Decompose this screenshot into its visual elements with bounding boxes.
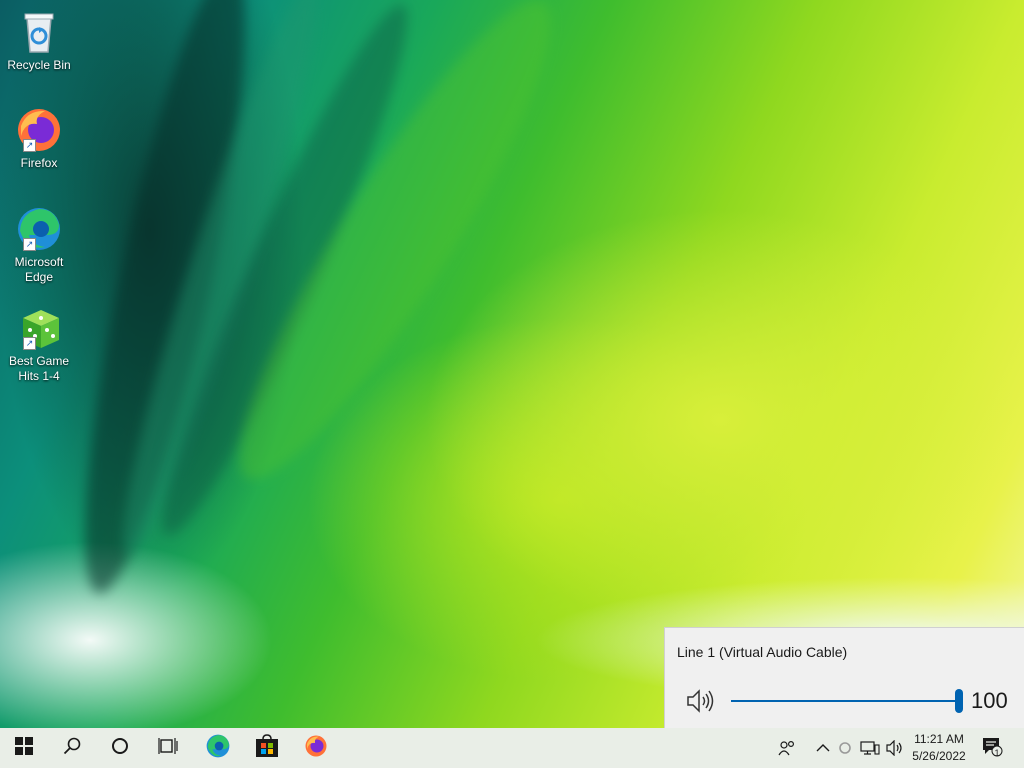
recycle-bin-icon [15,8,63,56]
desktop-icon-best-game-hits[interactable]: ↗ Best Game Hits 1-4 [4,304,74,384]
task-view-button[interactable] [144,728,192,768]
task-view-icon [158,737,178,760]
taskbar-store-button[interactable] [243,728,291,768]
audio-device-name[interactable]: Line 1 (Virtual Audio Cable) [677,644,847,660]
volume-flyout: Line 1 (Virtual Audio Cable) 100 [664,627,1024,728]
desktop-icon-firefox[interactable]: ↗ Firefox [4,106,74,171]
firefox-icon [304,734,328,763]
shortcut-arrow-icon: ↗ [23,139,36,152]
start-button[interactable] [0,728,48,768]
desktop[interactable]: Recycle Bin ↗ Firefox ↗ Microsoft Edge ↗… [0,0,1024,728]
volume-slider[interactable] [731,689,963,713]
firefox-icon: ↗ [15,106,63,154]
taskbar-firefox-button[interactable] [292,728,340,768]
people-icon[interactable] [777,738,797,758]
speaker-icon[interactable] [885,738,905,758]
taskbar-edge-button[interactable] [194,728,242,768]
desktop-icon-label: Firefox [20,156,58,170]
volume-value: 100 [971,688,1008,713]
volume-slider-thumb[interactable] [955,689,963,713]
network-icon[interactable] [860,738,880,758]
desktop-icon-label: Microsoft Edge [14,255,64,284]
speaker-mute-icon[interactable] [685,688,715,714]
store-icon [255,733,279,763]
search-button[interactable] [48,728,96,768]
clock-time: 11:21 AM [914,732,964,746]
cortana-button[interactable] [96,728,144,768]
shortcut-arrow-icon: ↗ [23,238,36,251]
search-icon [63,737,81,760]
status-ring-icon[interactable] [835,738,855,758]
desktop-icon-recycle-bin[interactable]: Recycle Bin [4,8,74,73]
notification-count: 1 [994,748,1000,758]
taskbar: 11:21 AM 5/26/2022 1 [0,728,1024,768]
shortcut-arrow-icon: ↗ [23,337,36,350]
clock-date: 5/26/2022 [912,749,966,763]
desktop-icon-label: Recycle Bin [7,58,71,72]
edge-icon: ↗ [15,205,63,253]
volume-slider-fill [731,700,959,702]
dice-icon: ↗ [15,304,63,352]
system-clock[interactable]: 11:21 AM 5/26/2022 [906,731,972,765]
edge-icon [205,733,231,764]
chevron-up-icon[interactable] [813,738,833,758]
desktop-icon-label: Best Game Hits 1-4 [8,354,70,383]
cortana-icon [111,737,129,760]
action-center-button[interactable]: 1 [981,737,1003,759]
desktop-icon-edge[interactable]: ↗ Microsoft Edge [4,205,74,285]
start-icon [15,736,33,760]
